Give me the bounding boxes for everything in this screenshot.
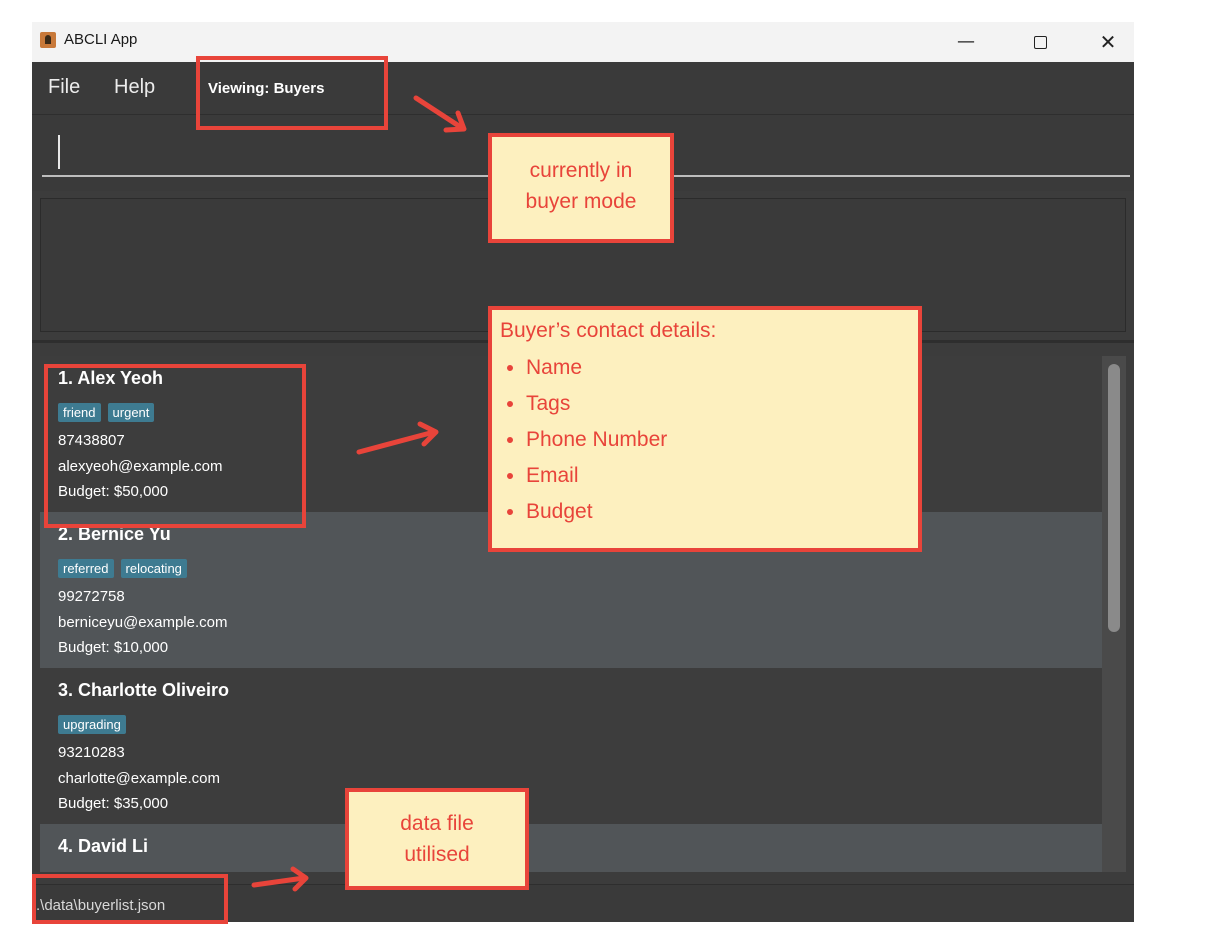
- buyer-email: charlotte@example.com: [58, 770, 220, 787]
- buyer-email: berniceyu@example.com: [58, 614, 228, 631]
- details-callout-item: Tags: [526, 386, 918, 422]
- close-button[interactable]: ✕: [1088, 28, 1128, 56]
- details-callout-list: Name Tags Phone Number Email Budget: [492, 350, 918, 530]
- buyer-phone: 99272758: [58, 588, 125, 605]
- list-scrollbar[interactable]: [1108, 364, 1120, 632]
- menu-file[interactable]: File: [48, 76, 80, 99]
- maximize-button[interactable]: [1020, 28, 1060, 56]
- buyer-tags: upgrading: [58, 714, 133, 736]
- viewing-highlight-box: [196, 56, 388, 130]
- buyer-card[interactable]: 4. David Li: [40, 824, 1102, 872]
- file-path-highlight-box: [32, 874, 228, 924]
- details-callout-item: Name: [526, 350, 918, 386]
- mode-callout-line: currently in: [529, 159, 633, 182]
- buyer-budget: Budget: $35,000: [58, 795, 169, 812]
- menu-help[interactable]: Help: [114, 76, 155, 99]
- maximize-icon: [1033, 35, 1047, 49]
- details-callout-item: Email: [526, 458, 918, 494]
- details-callout-title: Buyer’s contact details:: [500, 319, 717, 342]
- window-title: ABCLI App: [64, 31, 138, 48]
- file-callout: data file utilised: [345, 788, 529, 890]
- minimize-button[interactable]: —: [946, 28, 986, 56]
- buyer-phone: 93210283: [58, 744, 125, 761]
- file-callout-line: data file: [400, 812, 474, 835]
- tag-badge: upgrading: [58, 715, 126, 734]
- details-callout: Buyer’s contact details: Name Tags Phone…: [488, 306, 922, 552]
- mode-callout-line: buyer mode: [525, 190, 637, 213]
- tag-badge: referred: [58, 559, 114, 578]
- buyer-card[interactable]: 3. Charlotte Oliveiro upgrading 93210283…: [40, 668, 1102, 824]
- details-callout-item: Phone Number: [526, 422, 918, 458]
- app-icon: [40, 32, 56, 48]
- buyer-card-highlight-box: [44, 364, 306, 528]
- text-caret: [58, 135, 60, 169]
- buyer-budget: Budget: $10,000: [58, 639, 169, 656]
- buyer-name: 3. Charlotte Oliveiro: [58, 680, 230, 700]
- buyer-name: 4. David Li: [58, 836, 149, 856]
- details-callout-item: Budget: [526, 494, 918, 530]
- tag-badge: relocating: [120, 559, 187, 578]
- file-callout-line: utilised: [404, 843, 470, 866]
- mode-callout: currently in buyer mode: [488, 133, 674, 243]
- buyer-tags: referred relocating: [58, 558, 194, 580]
